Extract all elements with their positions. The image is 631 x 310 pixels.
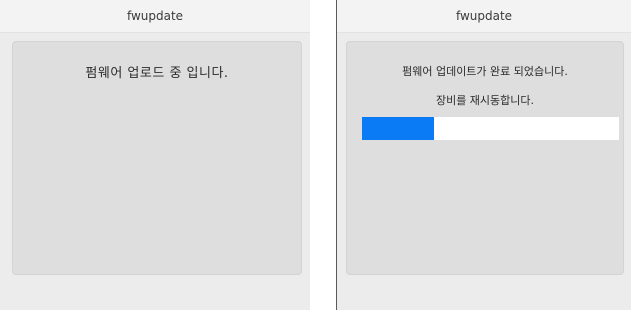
content-panel: 펌웨어 업로드 중 입니다. [12,41,302,275]
progress-bar [362,117,619,140]
fwupdate-window-uploading: fwupdate 펌웨어 업로드 중 입니다. [0,0,310,310]
screen: fwupdate 펌웨어 업로드 중 입니다. fwupdate 펌웨어 업데이… [0,0,631,310]
progress-bar-fill [362,117,434,140]
fwupdate-window-complete: fwupdate 펌웨어 업데이트가 완료 되었습니다. 장비를 재시동합니다. [336,0,631,310]
window-title: fwupdate [455,9,513,23]
window-title: fwupdate [126,9,184,23]
window-titlebar[interactable]: fwupdate [337,0,631,33]
update-complete-message: 펌웨어 업데이트가 완료 되었습니다. [402,65,568,78]
window-titlebar[interactable]: fwupdate [0,0,310,33]
content-panel: 펌웨어 업데이트가 완료 되었습니다. 장비를 재시동합니다. [346,41,624,275]
reboot-message: 장비를 재시동합니다. [435,94,535,107]
upload-status-message: 펌웨어 업로드 중 입니다. [85,66,229,81]
